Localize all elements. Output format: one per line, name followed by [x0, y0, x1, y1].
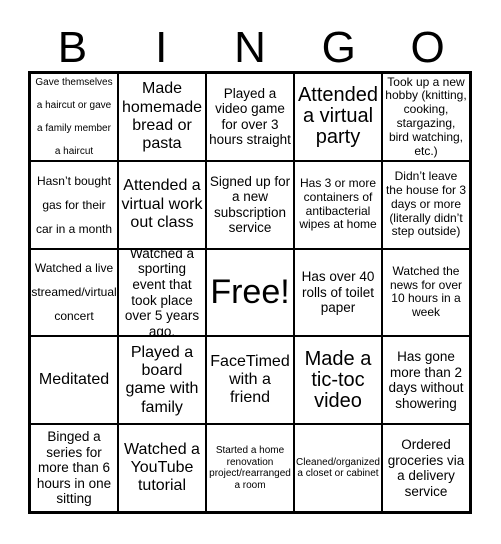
header-letter-b: B	[57, 23, 88, 72]
bingo-cell[interactable]: Gave themselves a haircut or gave a fami…	[30, 73, 118, 161]
bingo-cell[interactable]: Made a tic-toc video	[294, 336, 382, 425]
bingo-cell[interactable]: Ordered groceries via a delivery service	[382, 424, 470, 512]
header-letter-g: G	[321, 23, 356, 72]
header-letter-n: N	[234, 23, 266, 72]
bingo-cell[interactable]: Attended a virtual work out class	[118, 160, 206, 249]
bingo-cell[interactable]: Binged a series for more than 6 hours in…	[30, 424, 118, 512]
bingo-cell[interactable]: Played a video game for over 3 hours str…	[206, 73, 294, 161]
bingo-cell[interactable]: Hasn’t bought gas for their car in a mon…	[30, 160, 118, 249]
bingo-grid: Gave themselves a haircut or gave a fami…	[28, 71, 472, 514]
bingo-cell[interactable]: Started a home renovation project/rearra…	[206, 424, 294, 512]
bingo-cell[interactable]: Attended a virtual party	[294, 73, 382, 161]
bingo-cell[interactable]: FaceTimed with a friend	[206, 336, 294, 425]
bingo-cell[interactable]: Has 3 or more containers of antibacteria…	[294, 160, 382, 249]
bingo-cell[interactable]: Has gone more than 2 days without shower…	[382, 336, 470, 425]
bingo-cell[interactable]: Cleaned/organized a closet or cabinet	[294, 424, 382, 512]
bingo-cell[interactable]: Meditated	[30, 336, 118, 425]
bingo-header: B I N G O	[28, 26, 472, 70]
bingo-cell[interactable]: Made homemade bread or pasta	[118, 73, 206, 161]
header-letter-i: I	[155, 23, 168, 72]
bingo-cell[interactable]: Signed up for a new subscription service	[206, 160, 294, 249]
bingo-cell[interactable]: Watched a YouTube tutorial	[118, 424, 206, 512]
bingo-cell[interactable]: Played a board game with family	[118, 336, 206, 425]
bingo-cell[interactable]: Took up a new hobby (knitting, cooking, …	[382, 73, 470, 161]
free-space[interactable]: Free!	[206, 248, 294, 337]
bingo-cell[interactable]: Watched a live streamed/virtual concert	[30, 248, 118, 337]
bingo-cell[interactable]: Watched a sporting event that took place…	[118, 248, 206, 337]
bingo-cell[interactable]: Watched the news for over 10 hours in a …	[382, 248, 470, 337]
header-letter-o: O	[410, 23, 445, 72]
bingo-cell[interactable]: Has over 40 rolls of toilet paper	[294, 248, 382, 337]
bingo-cell[interactable]: Didn’t leave the house for 3 days or mor…	[382, 160, 470, 249]
